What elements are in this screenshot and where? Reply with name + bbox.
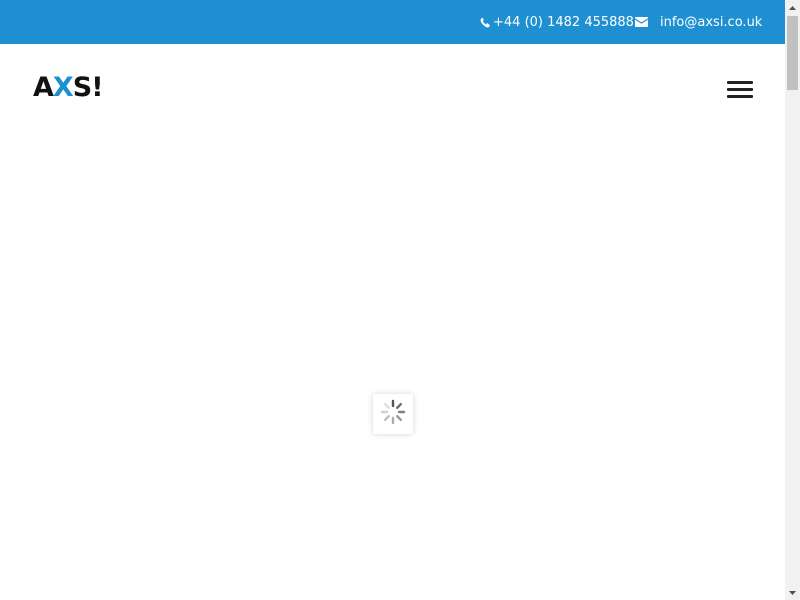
hamburger-bar <box>727 88 753 91</box>
email-address: info@axsi.co.uk <box>660 14 763 30</box>
hamburger-bar <box>727 81 753 84</box>
spinner-icon <box>380 399 406 429</box>
contact-bar: +44 (0) 1482 455888 info@axsi.co.uk <box>0 0 785 44</box>
envelope-icon <box>635 16 648 28</box>
vertical-scrollbar[interactable] <box>785 0 800 600</box>
logo-letter: ! <box>91 71 103 103</box>
axsi-logo[interactable]: A X S ! <box>33 71 104 103</box>
page: +44 (0) 1482 455888 info@axsi.co.uk A X … <box>0 0 785 600</box>
phone-number: +44 (0) 1482 455888 <box>493 14 634 30</box>
logo-letter-accent: X <box>52 71 74 103</box>
scroll-up-arrow-icon[interactable] <box>785 0 800 15</box>
scroll-down-arrow-icon[interactable] <box>785 585 800 600</box>
phone-icon <box>480 16 490 28</box>
browser-viewport: +44 (0) 1482 455888 info@axsi.co.uk A X … <box>0 0 800 600</box>
email-link[interactable]: info@axsi.co.uk <box>635 0 762 44</box>
logo-letter: A <box>33 71 54 103</box>
logo-letter: S <box>72 71 92 103</box>
site-header: A X S ! <box>0 44 785 132</box>
hamburger-menu-icon[interactable] <box>724 77 756 103</box>
hamburger-bar <box>727 95 753 98</box>
scrollbar-thumb[interactable] <box>787 16 798 90</box>
page-loader <box>373 394 413 434</box>
phone-link[interactable]: +44 (0) 1482 455888 <box>480 0 634 44</box>
